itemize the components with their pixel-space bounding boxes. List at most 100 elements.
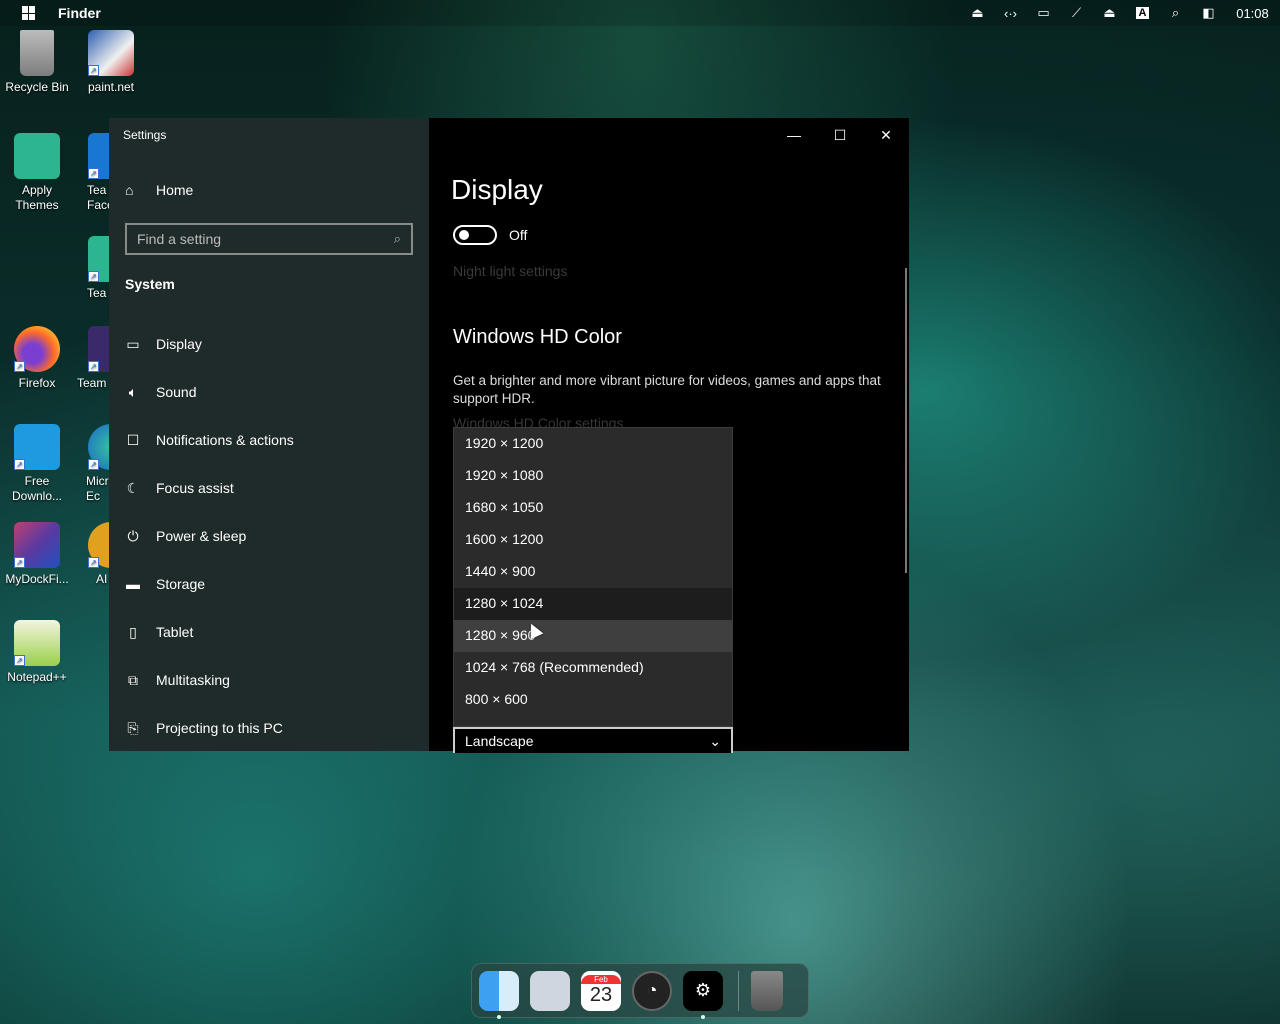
system-tray: ⏏ ‹·› ▭ ⟋ ⏏ A ⌕ ◧ 01:08 bbox=[961, 0, 1280, 26]
tablet-icon: ▯ bbox=[129, 623, 137, 640]
page-title: Display bbox=[451, 174, 543, 205]
resolution-option[interactable]: 1680 × 1050 bbox=[454, 492, 732, 524]
resolution-option[interactable]: 1920 × 1200 bbox=[454, 428, 732, 460]
monitor-icon: ▭ bbox=[126, 335, 140, 352]
code-icon[interactable]: ‹·› bbox=[994, 0, 1027, 26]
speaker-icon: 🔈︎ bbox=[128, 383, 138, 400]
nav-item-label: Sound bbox=[156, 384, 197, 400]
resolution-option[interactable]: 800 × 600 bbox=[454, 684, 732, 716]
night-light-toggle[interactable] bbox=[453, 225, 497, 245]
resolution-dropdown-list: 1920 × 1200 1920 × 1080 1680 × 1050 1600… bbox=[453, 427, 733, 727]
settings-sidebar: Settings ⌂ Home ⌕ System ▭ Display 🔈︎ So… bbox=[109, 118, 429, 751]
settings-nav-list: ▭ Display 🔈︎ Sound ☐ Notifications & act… bbox=[109, 320, 429, 752]
night-light-toggle-row: Off bbox=[453, 225, 527, 245]
search-icon[interactable]: ⌕ bbox=[1159, 0, 1192, 26]
desktop-icon-paintnet[interactable]: ↗ paint.net bbox=[74, 30, 148, 95]
desktop-icon-free-download[interactable]: ↗ Free Downlo... bbox=[0, 424, 74, 504]
desktop-icon-notepadpp[interactable]: ↗ Notepad++ bbox=[0, 620, 74, 685]
resolution-option[interactable]: 1024 × 768 (Recommended) bbox=[454, 652, 732, 684]
desktop-icon-recycle-bin[interactable]: Recycle Bin bbox=[0, 30, 74, 95]
minimize-icon[interactable]: — bbox=[771, 118, 817, 152]
desktop-icon-firefox[interactable]: ↗ Firefox bbox=[0, 326, 74, 391]
download-icon: ↗ bbox=[14, 424, 60, 470]
monitor-icon[interactable]: ▭ bbox=[1027, 0, 1060, 26]
network-off-icon[interactable]: ⟋ bbox=[1060, 0, 1093, 26]
nav-item-label: Tablet bbox=[156, 624, 194, 640]
mydock-icon: ↗ bbox=[14, 522, 60, 568]
settings-search-box[interactable]: ⌕ bbox=[125, 223, 413, 255]
eject-icon[interactable]: ⏏ bbox=[1093, 0, 1126, 26]
nav-item-label: Storage bbox=[156, 576, 206, 592]
storage-icon: ▬ bbox=[126, 576, 140, 592]
search-icon[interactable]: ⌕ bbox=[394, 231, 401, 247]
nav-item-multitasking[interactable]: ⧉ Multitasking bbox=[109, 656, 429, 704]
toggle-state-label: Off bbox=[509, 227, 528, 243]
resolution-option-selected[interactable]: 1280 × 1024 bbox=[454, 588, 732, 620]
moon-icon: ☾ bbox=[126, 479, 140, 496]
nav-item-focus-assist[interactable]: ☾ Focus assist bbox=[109, 464, 429, 512]
chevron-down-icon: ⌄ bbox=[709, 732, 721, 749]
desktop-icon-microsoft-edge[interactable]: ↗ Micr Ec bbox=[74, 424, 110, 504]
search-input[interactable] bbox=[137, 231, 394, 247]
settings-gear-icon[interactable]: ⚙ bbox=[683, 970, 723, 1019]
nav-item-power-sleep[interactable]: ⏻ Power & sleep bbox=[109, 512, 429, 560]
hdr-section-title: Windows HD Color bbox=[453, 326, 622, 348]
window-controls: — ☐ ✕ bbox=[771, 118, 909, 152]
windows-logo-icon[interactable] bbox=[22, 6, 36, 20]
power-icon: ⏻ bbox=[127, 527, 139, 544]
desktop-icon-mydockfinder[interactable]: ↗ MyDockFi... bbox=[0, 522, 74, 587]
folder-icon: ↗ bbox=[88, 236, 110, 282]
projecting-icon: ⎘ bbox=[127, 719, 139, 736]
desktop-icon-ai[interactable]: ↗ AI bbox=[74, 522, 110, 587]
nav-item-notifications[interactable]: ☐ Notifications & actions bbox=[109, 416, 429, 464]
recycle-bin-icon bbox=[20, 30, 54, 76]
home-label: Home bbox=[156, 182, 194, 198]
nav-item-label: Multitasking bbox=[156, 672, 230, 688]
home-nav-item[interactable]: ⌂ Home bbox=[125, 182, 193, 198]
scrollbar[interactable] bbox=[905, 268, 907, 573]
nav-item-projecting[interactable]: ⎘ Projecting to this PC bbox=[109, 704, 429, 752]
resolution-option[interactable]: 1440 × 900 bbox=[454, 556, 732, 588]
input-method-icon[interactable]: A bbox=[1126, 0, 1159, 26]
control-center-icon[interactable]: ◧ bbox=[1192, 0, 1225, 26]
trash-icon[interactable] bbox=[751, 970, 783, 1011]
desktop-icon-team[interactable]: ↗ Team bbox=[74, 326, 110, 391]
nav-item-label: Power & sleep bbox=[156, 528, 247, 544]
notification-icon: ☐ bbox=[126, 431, 140, 448]
edge-icon: ↗ bbox=[88, 424, 110, 470]
nav-item-display[interactable]: ▭ Display bbox=[109, 320, 429, 368]
gear-icon: ↗ bbox=[88, 133, 110, 179]
orientation-select[interactable]: Landscape ⌄ bbox=[453, 727, 733, 753]
calendar-icon[interactable]: Feb 23 bbox=[581, 970, 621, 1011]
app-icon: ↗ bbox=[88, 326, 110, 372]
app-icon: ↗ bbox=[88, 522, 110, 568]
dock: Feb 23 ◔ ⚙ bbox=[471, 963, 809, 1019]
nav-item-sound[interactable]: 🔈︎ Sound bbox=[109, 368, 429, 416]
resolution-option[interactable]: 1920 × 1080 bbox=[454, 460, 732, 492]
nav-item-tablet[interactable]: ▯ Tablet bbox=[109, 608, 429, 656]
nav-item-storage[interactable]: ▬ Storage bbox=[109, 560, 429, 608]
active-app-name[interactable]: Finder bbox=[58, 5, 101, 21]
night-light-settings-link[interactable]: Night light settings bbox=[453, 263, 567, 279]
resolution-option[interactable]: 1600 × 1200 bbox=[454, 524, 732, 556]
home-icon: ⌂ bbox=[125, 182, 134, 198]
close-icon[interactable]: ✕ bbox=[863, 118, 909, 152]
folder-icon bbox=[14, 133, 60, 179]
clock[interactable]: 01:08 bbox=[1225, 6, 1280, 21]
desktop-icon-tea-face[interactable]: ↗ Tea Face bbox=[74, 133, 110, 213]
finder-icon[interactable] bbox=[479, 970, 519, 1019]
desktop-icon-apply-themes[interactable]: Apply Themes bbox=[0, 133, 74, 213]
desktop-icon-tea[interactable]: ↗ Tea bbox=[74, 236, 110, 301]
notepadpp-icon: ↗ bbox=[14, 620, 60, 666]
launchpad-icon[interactable] bbox=[530, 970, 570, 1011]
nav-item-label: Focus assist bbox=[156, 480, 234, 496]
maximize-icon[interactable]: ☐ bbox=[817, 118, 863, 152]
nav-item-label: Projecting to this PC bbox=[156, 720, 283, 736]
section-heading: System bbox=[125, 276, 175, 292]
eject-circle-icon[interactable]: ⏏ bbox=[961, 0, 994, 26]
nav-item-label: Display bbox=[156, 336, 202, 352]
clock-icon[interactable]: ◔ bbox=[632, 970, 672, 1011]
menu-bar: Finder ⏏ ‹·› ▭ ⟋ ⏏ A ⌕ ◧ 01:08 bbox=[0, 0, 1280, 26]
multitasking-icon: ⧉ bbox=[128, 671, 138, 688]
resolution-option-hovered[interactable]: 1280 × 960 bbox=[454, 620, 732, 652]
